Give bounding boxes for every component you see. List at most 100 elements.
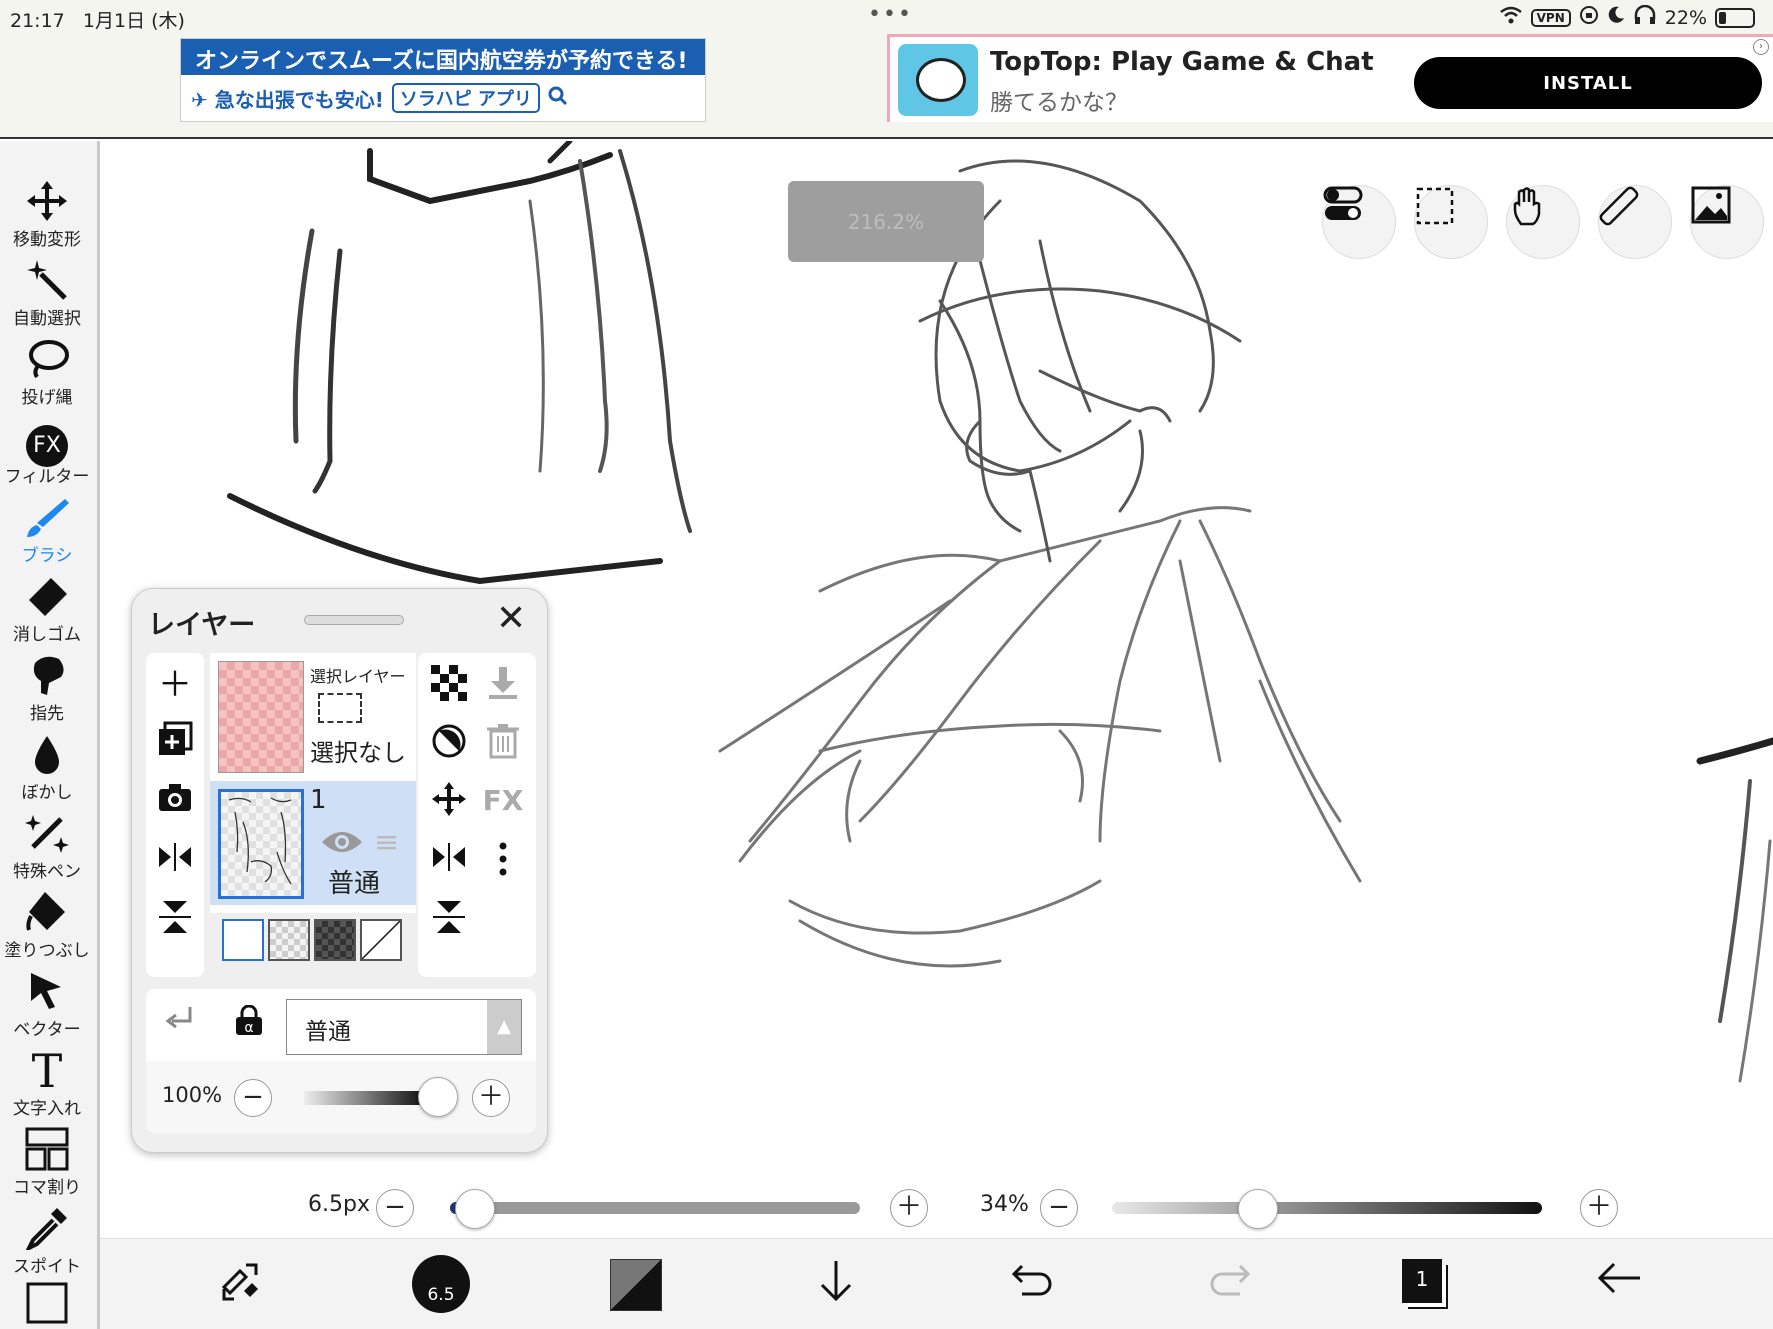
tool-lasso[interactable]: 投げ縄 — [0, 337, 94, 415]
tool-brush[interactable]: ブラシ — [0, 495, 94, 573]
tool-label: スポイト — [13, 1257, 81, 1277]
move-layer-icon[interactable] — [426, 781, 472, 826]
flip-horizontal-icon[interactable] — [152, 841, 198, 882]
selection-layer-row[interactable]: 選択レイヤー 選択なし — [210, 653, 416, 777]
layer-fx-icon[interactable]: FX — [480, 781, 526, 821]
camera-icon[interactable] — [152, 781, 198, 822]
orientation-lock-icon — [1579, 5, 1599, 30]
material-button[interactable] — [1690, 185, 1764, 259]
brush-size-slider[interactable] — [450, 1202, 860, 1214]
ad-flight-tagline: ✈ 急な出張でも安心! — [191, 87, 384, 112]
arrow-down-icon — [816, 1261, 856, 1315]
tool-move-transform[interactable]: 移動変形 — [0, 179, 94, 257]
tool-eyedropper[interactable]: スポイト — [0, 1206, 94, 1284]
brush-size-increase[interactable]: ＋ — [890, 1189, 928, 1227]
lasso-icon — [0, 337, 94, 383]
tool-eraser[interactable]: 消しゴム — [0, 574, 94, 652]
multitask-dots[interactable]: ••• — [868, 2, 913, 27]
dashed-selection-icon — [318, 693, 362, 723]
back-button[interactable] — [1590, 1257, 1650, 1313]
install-button[interactable]: INSTALL — [1414, 57, 1762, 109]
flip-vertical-icon[interactable] — [426, 899, 472, 944]
tool-sidebar: 移動変形 自動選択 投げ縄 FX フィルター ブラシ 消しゴム 指先 ぼかし 特… — [0, 141, 100, 1329]
undo-icon — [1008, 1262, 1056, 1308]
clipping-icon[interactable] — [164, 1005, 194, 1043]
trash-icon[interactable] — [480, 723, 526, 768]
background-swatches — [222, 919, 402, 961]
tool-blur[interactable]: ぼかし — [0, 732, 94, 810]
close-icon[interactable]: ✕ — [496, 599, 526, 639]
brush-opacity-decrease[interactable]: − — [1040, 1189, 1078, 1227]
magic-wand-icon — [0, 258, 94, 304]
add-layer-icon[interactable]: ＋ — [152, 665, 198, 705]
opacity-lock-icon[interactable] — [426, 723, 472, 768]
battery-percent: 22% — [1664, 6, 1707, 29]
layer-row[interactable]: 1 ≡ 普通 — [210, 781, 416, 905]
redo-button[interactable] — [1200, 1257, 1260, 1313]
fx-icon: FX — [0, 416, 94, 467]
brush-size-value: 6.5px — [308, 1192, 370, 1217]
more-vertical-icon[interactable] — [480, 841, 526, 886]
tool-label: ブラシ — [21, 546, 73, 566]
layers-button[interactable]: 1 — [1402, 1259, 1442, 1303]
hand-tool-button[interactable] — [1506, 185, 1580, 259]
fill-icon — [0, 890, 94, 936]
app-window: 21:17 1月1日 (木) ••• VPN 22% オンラインでスムーズに国内… — [0, 0, 1773, 1329]
merge-down-icon[interactable] — [480, 665, 526, 710]
ruler-button[interactable] — [1598, 185, 1672, 259]
layer-opacity-knob[interactable] — [418, 1077, 458, 1117]
brush-opacity-slider[interactable] — [1112, 1202, 1542, 1214]
color-picker-button[interactable] — [610, 1259, 662, 1311]
brush-size-knob[interactable] — [454, 1189, 495, 1229]
tool-label: 特殊ペン — [13, 862, 81, 882]
bg-dark-swatch[interactable] — [314, 919, 356, 961]
tool-label: 投げ縄 — [21, 388, 73, 408]
text-icon: T — [31, 1044, 63, 1098]
tool-swap-button[interactable] — [210, 1257, 270, 1313]
square-icon — [0, 1281, 94, 1327]
brush-size-button[interactable]: 6.5 — [412, 1255, 470, 1313]
tool-label: 移動変形 — [13, 230, 81, 250]
brush-size-decrease[interactable]: − — [376, 1189, 414, 1227]
eye-icon[interactable] — [320, 825, 364, 865]
quick-toggle-button[interactable] — [1322, 185, 1396, 259]
panel-drag-handle[interactable] — [304, 615, 404, 625]
tool-finger[interactable]: 指先 — [0, 653, 94, 731]
tool-filter[interactable]: FX フィルター — [0, 416, 94, 494]
ad-banner-toptop[interactable]: TopTop: Play Game & Chat 勝てるかな？ INSTALL … — [887, 34, 1773, 122]
brush-opacity-increase[interactable]: ＋ — [1580, 1189, 1618, 1227]
layer-thumbnail — [218, 789, 304, 899]
tool-special-pen[interactable]: 特殊ペン — [0, 811, 94, 889]
drag-handle-icon[interactable]: ≡ — [374, 825, 399, 860]
tool-auto-select[interactable]: 自動選択 — [0, 258, 94, 336]
bg-none-swatch[interactable] — [360, 919, 402, 961]
tool-text[interactable]: T 文字入れ — [0, 1048, 94, 1126]
flip-vertical-icon[interactable] — [152, 899, 198, 944]
tool-label: 自動選択 — [13, 309, 81, 329]
tool-label: 文字入れ — [13, 1099, 81, 1119]
brush-opacity-knob[interactable] — [1238, 1189, 1279, 1229]
save-down-button[interactable] — [806, 1257, 866, 1313]
tool-frame-divider[interactable]: コマ割り — [0, 1127, 94, 1205]
status-indicators: VPN 22% — [1499, 4, 1755, 30]
flip-horizontal-icon[interactable] — [426, 841, 472, 882]
checker-icon[interactable] — [426, 665, 472, 710]
layer-actions-left: ＋ — [146, 653, 204, 977]
bg-transparent-swatch[interactable] — [268, 919, 310, 961]
alpha-lock-icon[interactable]: α — [234, 1004, 264, 1036]
bg-white-swatch[interactable] — [222, 919, 264, 961]
layer-opacity-slider[interactable] — [304, 1091, 424, 1105]
selection-button[interactable] — [1414, 185, 1488, 259]
opacity-decrease-button[interactable]: − — [234, 1079, 272, 1117]
opacity-increase-button[interactable]: ＋ — [472, 1079, 510, 1117]
duplicate-layer-icon[interactable] — [152, 721, 198, 766]
tool-more[interactable] — [0, 1281, 94, 1329]
ad-choices-icon[interactable]: › — [1753, 39, 1769, 55]
blend-mode-select[interactable]: 普通 ▲ — [286, 999, 522, 1055]
tool-vector[interactable]: ベクター — [0, 969, 94, 1047]
tool-fill[interactable]: 塗りつぶし — [0, 890, 94, 968]
layer-blend-mode: 普通 — [328, 869, 381, 899]
undo-button[interactable] — [1002, 1257, 1062, 1313]
ad-banner-flight[interactable]: オンラインでスムーズに国内航空券が予約できる! ✈ 急な出張でも安心! ソラハピ… — [180, 38, 706, 122]
ad-banner-strip: オンラインでスムーズに国内航空券が予約できる! ✈ 急な出張でも安心! ソラハピ… — [0, 34, 1773, 139]
